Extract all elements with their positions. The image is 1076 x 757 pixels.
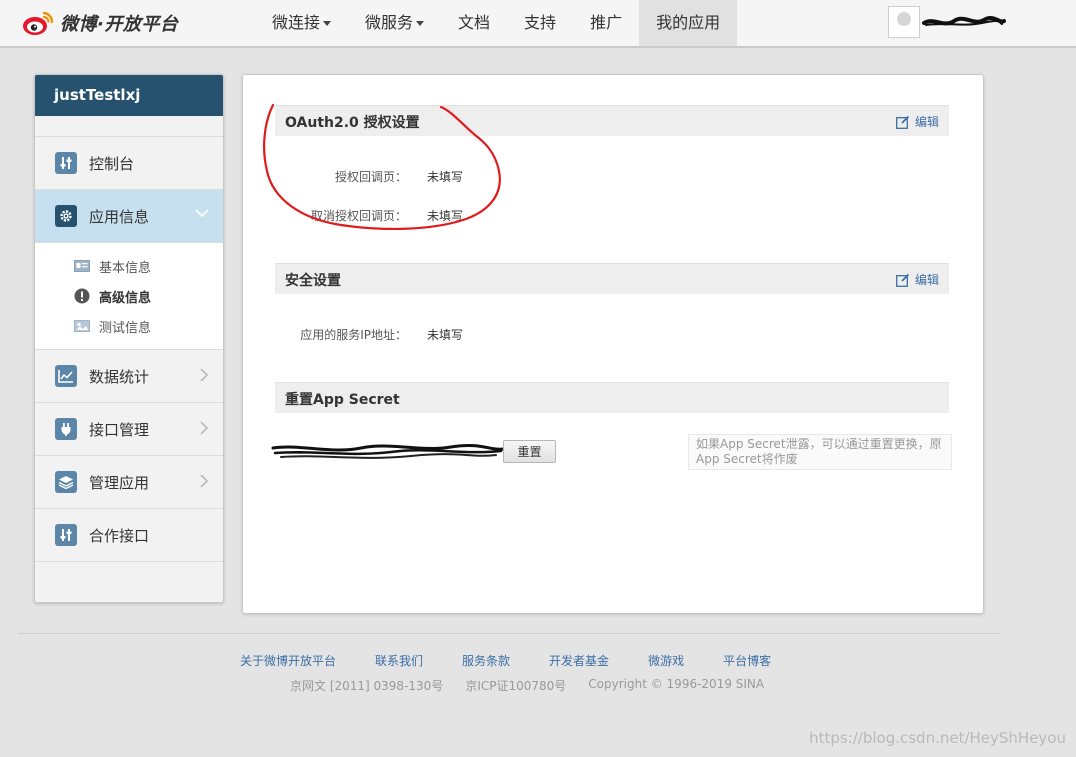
logo-text: 微博·开放平台 bbox=[60, 14, 179, 35]
secret-section-title: 重置App Secret bbox=[285, 392, 400, 408]
sidebar-item-label: 控制台 bbox=[89, 154, 135, 173]
sidebar-subitem-label: 测试信息 bbox=[99, 320, 152, 336]
weibo-eye-icon bbox=[23, 11, 54, 35]
security-section-header: 安全设置 编辑 bbox=[275, 263, 949, 294]
annotation-circle bbox=[263, 103, 501, 231]
sidebar: justTestlxj 控制台 应用信息 基本信息 高级信息 测试信息 数据统计… bbox=[34, 74, 224, 603]
sidebar-subitem-label: 基本信息 bbox=[99, 260, 152, 276]
gear-icon bbox=[55, 205, 77, 227]
nav-label: 微服务 bbox=[365, 13, 414, 32]
nav-label: 微连接 bbox=[272, 13, 321, 32]
sidebar-item-partner-api[interactable]: 合作接口 bbox=[35, 509, 223, 562]
watermark: https://blog.csdn.net/HeyShHeyou bbox=[809, 729, 1066, 747]
footer-link-fund[interactable]: 开发者基金 bbox=[549, 652, 609, 669]
nav-wei-service[interactable]: 微服务 bbox=[348, 0, 441, 46]
main-nav: 微连接 微服务 文档 支持 推广 我的应用 bbox=[255, 0, 738, 46]
sidebar-subitem-test-info[interactable]: 测试信息 bbox=[35, 311, 223, 341]
secret-section-header: 重置App Secret bbox=[275, 382, 949, 413]
sidebar-item-console[interactable]: 控制台 bbox=[35, 137, 223, 190]
sidebar-item-label: 接口管理 bbox=[89, 420, 150, 439]
sidebar-app-name: justTestlxj bbox=[35, 75, 223, 116]
oauth-edit-link[interactable]: 编辑 bbox=[896, 113, 939, 130]
security-edit-link[interactable]: 编辑 bbox=[896, 271, 939, 288]
chevron-down-icon bbox=[323, 21, 332, 26]
redacted-username[interactable] bbox=[922, 14, 1006, 32]
sidebar-item-app-info[interactable]: 应用信息 bbox=[35, 190, 223, 243]
footer-links: 关于微博开放平台 联系我们 服务条款 开发者基金 微游戏 平台博客 bbox=[240, 652, 810, 669]
avatar[interactable] bbox=[888, 6, 920, 38]
edit-icon bbox=[896, 115, 910, 129]
image-icon bbox=[73, 318, 90, 335]
server-ip-label: 应用的服务IP地址： bbox=[300, 328, 407, 342]
sidebar-item-label: 数据统计 bbox=[89, 367, 150, 386]
footer-info: 京网文 [2011] 0398-130号 京ICP证100780号 Copyri… bbox=[290, 677, 786, 694]
footer-icp: 京ICP证100780号 bbox=[465, 679, 567, 693]
sidebar-item-manage-apps[interactable]: 管理应用 bbox=[35, 456, 223, 509]
footer-link-contact[interactable]: 联系我们 bbox=[375, 652, 423, 669]
sliders-icon bbox=[55, 152, 77, 174]
nav-wei-connect[interactable]: 微连接 bbox=[255, 0, 348, 46]
edit-icon bbox=[896, 273, 910, 287]
redacted-app-secret bbox=[271, 443, 505, 459]
security-section-title: 安全设置 bbox=[285, 273, 341, 289]
top-bar: 微博·开放平台 微连接 微服务 文档 支持 推广 我的应用 bbox=[0, 0, 1076, 48]
chevron-down-icon bbox=[195, 209, 209, 218]
chevron-right-icon bbox=[200, 368, 209, 382]
sidebar-item-label: 应用信息 bbox=[89, 207, 150, 226]
nav-my-apps[interactable]: 我的应用 bbox=[639, 0, 738, 46]
sidebar-submenu: 基本信息 高级信息 测试信息 bbox=[35, 243, 223, 350]
sidebar-item-label: 合作接口 bbox=[89, 526, 150, 545]
reset-secret-button[interactable]: 重置 bbox=[503, 440, 556, 463]
exclamation-icon bbox=[73, 288, 90, 305]
sidebar-subitem-label: 高级信息 bbox=[99, 290, 152, 306]
chevron-right-icon bbox=[200, 421, 209, 435]
edit-label: 编辑 bbox=[914, 273, 939, 287]
sidebar-item-api-management[interactable]: 接口管理 bbox=[35, 403, 223, 456]
chevron-right-icon bbox=[200, 474, 209, 488]
footer-copyright: Copyright © 1996-2019 SINA bbox=[588, 677, 765, 691]
weibo-logo[interactable]: 微博·开放平台 bbox=[22, 6, 178, 40]
sidebar-subitem-basic-info[interactable]: 基本信息 bbox=[35, 251, 223, 281]
nav-promotion[interactable]: 推广 bbox=[573, 0, 639, 46]
footer-license: 京网文 [2011] 0398-130号 bbox=[290, 679, 444, 693]
plug-icon bbox=[55, 418, 77, 440]
footer-link-games[interactable]: 微游戏 bbox=[648, 652, 684, 669]
sidebar-item-statistics[interactable]: 数据统计 bbox=[35, 350, 223, 403]
footer-link-blog[interactable]: 平台博客 bbox=[723, 652, 771, 669]
nav-docs[interactable]: 文档 bbox=[441, 0, 507, 46]
nav-support[interactable]: 支持 bbox=[507, 0, 573, 46]
sidebar-spacer bbox=[35, 116, 223, 137]
server-ip-value: 未填写 bbox=[427, 328, 464, 342]
sliders-icon bbox=[55, 524, 77, 546]
secret-hint: 如果App Secret泄露，可以通过重置更换，原App Secret将作废 bbox=[688, 434, 952, 470]
footer-link-terms[interactable]: 服务条款 bbox=[462, 652, 510, 669]
edit-label: 编辑 bbox=[914, 115, 939, 129]
main-panel: OAuth2.0 授权设置 编辑 授权回调页： 未填写 取消授权回调页： 未填写… bbox=[242, 74, 984, 614]
chart-icon bbox=[55, 365, 77, 387]
footer-divider bbox=[18, 633, 1000, 634]
chevron-down-icon bbox=[416, 21, 425, 26]
sidebar-item-label: 管理应用 bbox=[89, 473, 150, 492]
footer-link-about[interactable]: 关于微博开放平台 bbox=[240, 652, 336, 669]
layers-icon bbox=[55, 471, 77, 493]
sidebar-subitem-advanced-info[interactable]: 高级信息 bbox=[35, 281, 223, 311]
id-card-icon bbox=[73, 258, 90, 275]
